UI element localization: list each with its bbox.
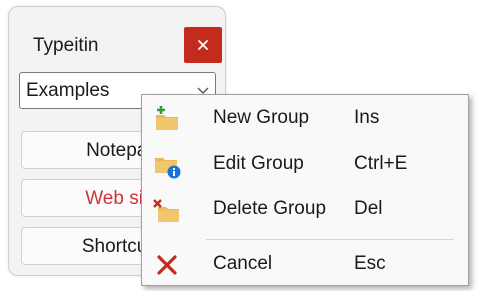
edit-folder-icon: [155, 158, 181, 179]
menu-item-label: Edit Group: [213, 153, 304, 174]
menu-item-cancel[interactable]: Cancel Esc: [142, 243, 468, 287]
window-title: Typeitin: [33, 35, 99, 56]
menu-item-label: Delete Group: [213, 198, 327, 219]
menu-item-shortcut: Ctrl+E: [354, 153, 408, 174]
menu-item-delete-group[interactable]: Delete Group Del: [142, 188, 468, 232]
close-button[interactable]: [184, 27, 222, 63]
menu-separator: [206, 239, 454, 240]
menu-item-label: New Group: [213, 107, 310, 128]
delete-folder-icon: [153, 199, 179, 222]
menu-item-new-group[interactable]: New Group Ins: [142, 97, 468, 141]
menu-item-edit-group[interactable]: Edit Group Ctrl+E: [142, 143, 468, 187]
menu-item-shortcut: Esc: [354, 253, 386, 274]
menu-item-shortcut: Ins: [354, 107, 380, 128]
menu-item-label: Cancel: [213, 253, 273, 274]
group-select-value: Examples: [26, 80, 110, 101]
new-folder-icon: [156, 106, 178, 130]
group-context-menu: New Group Ins Edit Group Ctrl+E Delete G…: [141, 94, 469, 286]
menu-item-shortcut: Del: [354, 198, 383, 219]
close-icon: [198, 40, 208, 50]
cancel-icon: [157, 255, 177, 275]
